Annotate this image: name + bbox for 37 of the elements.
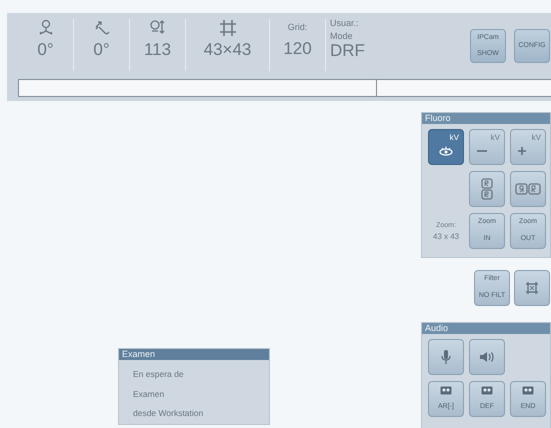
audio-button[interactable] (469, 339, 505, 375)
flip-vertical-icon (481, 178, 493, 200)
flip-button[interactable] (510, 171, 546, 207)
readout-value: 113 (144, 41, 172, 58)
mode-label: Mode (330, 32, 353, 42)
kv-button[interactable]: kV (510, 129, 546, 165)
plus-icon (517, 146, 527, 156)
crop-frame-icon (218, 19, 236, 37)
readout-value: 0° (93, 41, 110, 58)
exam-text: Examen (133, 390, 166, 398)
exam-text: En espera de (133, 370, 185, 378)
readout-value: 120 (283, 40, 312, 57)
readout-value: 43×43 (204, 41, 252, 58)
eye-icon (439, 146, 453, 156)
audio-button[interactable] (428, 339, 464, 375)
cassette-icon (522, 386, 534, 395)
exam-text: desde Workstation (133, 409, 204, 418)
panel-title: Fluoro (422, 113, 550, 124)
collimator-icon (525, 281, 539, 295)
flip-horizontal-icon (515, 183, 541, 195)
readout-value: 0° (37, 41, 54, 58)
microphone-icon (441, 349, 451, 365)
collimator-button[interactable] (514, 270, 550, 306)
flip-button[interactable] (469, 171, 505, 207)
speaker-icon (479, 351, 495, 363)
kv-button[interactable]: kV (469, 129, 505, 165)
kv-button[interactable]: kV (428, 129, 464, 165)
mode-value: DRF (330, 42, 365, 59)
cassette-icon (440, 386, 452, 395)
zoom-value: 43 x 43 (432, 232, 460, 240)
panel-title: Audio (422, 323, 550, 334)
minus-icon (476, 149, 488, 153)
cassette-icon (481, 386, 493, 395)
user-label: Usuar.: (330, 19, 359, 29)
grid-label: Grid: (288, 23, 308, 33)
panel-title: Examen (119, 349, 269, 360)
rotation-icon (38, 19, 54, 37)
